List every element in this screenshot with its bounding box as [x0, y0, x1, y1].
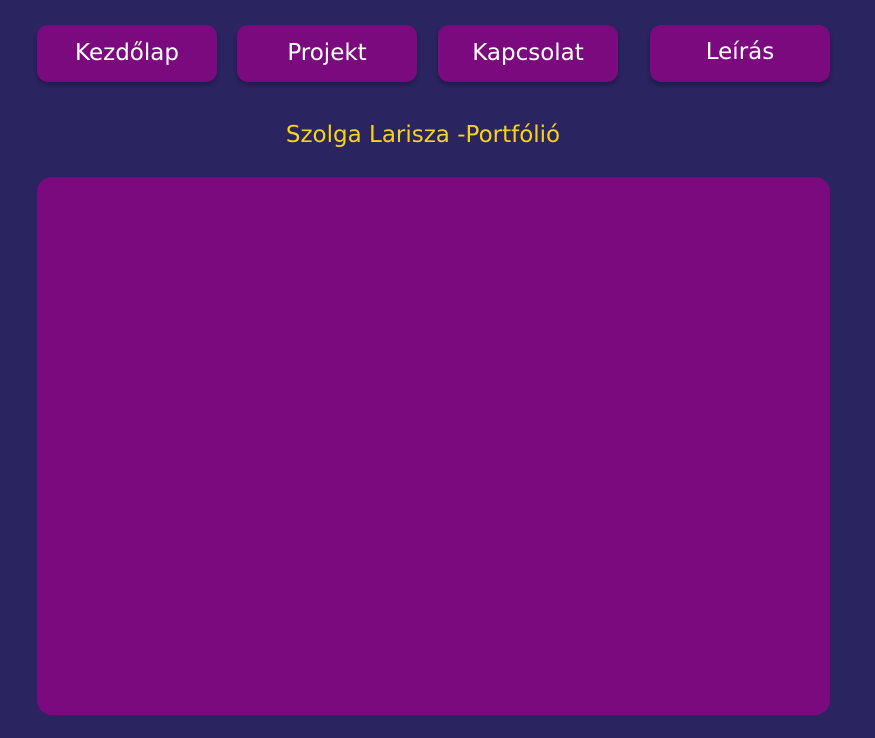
nav-button-projekt[interactable]: Projekt [237, 25, 417, 82]
main-navigation: Kezdőlap Projekt Kapcsolat Leírás [0, 25, 875, 82]
nav-button-kezdolap[interactable]: Kezdőlap [37, 25, 217, 82]
nav-button-kapcsolat[interactable]: Kapcsolat [438, 25, 618, 82]
page-title: Szolga Larisza -Portfólió [285, 122, 561, 148]
content-panel [37, 177, 830, 715]
nav-button-leiras[interactable]: Leírás [650, 25, 830, 82]
